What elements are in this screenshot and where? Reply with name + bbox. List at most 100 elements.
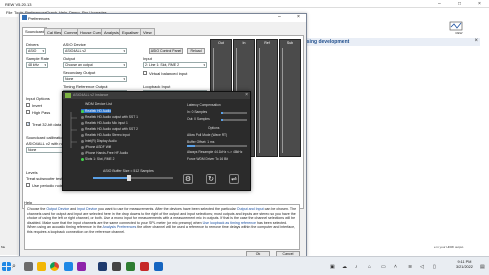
sample-rate-label: Sample Rate [26,56,50,61]
chevron-down-icon: ▾ [123,77,125,81]
prefs-close-icon[interactable]: × [297,14,300,20]
buffer-offset-slider[interactable] [187,145,247,147]
device-status-icon[interactable] [81,145,84,149]
help-link-analysis-prefs[interactable]: Analysis Preferences [103,225,137,229]
system-clock[interactable]: 9:11 PM 3/21/2022 [456,260,473,270]
task-view-icon[interactable] [24,262,33,271]
help-link-loopback[interactable]: Use loopback as timing reference [203,221,256,225]
background-app-title: REW V5.20.13 [5,2,32,7]
asio-logo-icon [65,93,71,98]
minimize-icon[interactable]: – [438,1,441,7]
buffer-size-slider-knob[interactable] [127,175,131,181]
meter-sub-label: Sub [286,41,294,45]
device-status-icon[interactable] [81,109,84,113]
asio-device-label: ASIO Device [63,42,86,47]
drivers-label: Drivers [26,42,39,47]
folder-tray-icon[interactable]: ▣ [330,264,335,270]
always-resample-option[interactable]: Always Resample 44.1kHz <-> 48kHz [187,150,242,154]
terminal-icon[interactable] [112,262,121,271]
device-status-icon[interactable] [81,133,84,137]
buffer-size-slider[interactable] [93,175,173,181]
help-link-output-input[interactable]: Output and Input [237,207,264,211]
wdm-device-item[interactable]: Realtek HD Audio Stereo input [81,133,130,137]
wdm-device-name: Slots 1: Slot, RME 2 [85,157,115,161]
wdm-device-name: Realtek HD Audio output with SST 2 [85,127,138,131]
notification-icon[interactable]: ▤ [480,264,485,270]
wdm-device-item[interactable]: Realtek HD Audio output with SST 1 [81,115,138,119]
device-status-icon[interactable] [81,115,84,119]
volume-tray-icon[interactable]: ♪ [355,264,358,270]
tab-view[interactable]: View [140,28,155,35]
word-icon[interactable] [154,262,163,271]
wdm-device-item[interactable]: Realtek HD Audio [81,109,112,113]
banner-close-icon[interactable]: × [474,38,478,44]
sample-rate-select[interactable]: 48 kHz ▾ [26,62,48,68]
wdm-device-item[interactable]: Realtek HD Audio output with SST 2 [81,127,138,131]
maximize-icon[interactable]: □ [458,1,461,7]
background-title-bar: REW V5.20.13 – □ × [0,0,489,8]
asio-close-icon[interactable]: × [245,92,248,98]
device-status-icon[interactable] [81,151,84,155]
help-link-output-device[interactable]: Output Device [46,207,69,211]
app-shortcut-icon[interactable] [449,21,463,31]
wdm-device-item[interactable]: iPhone ASDF Wifi [81,145,111,149]
search-icon[interactable]: ⌕ [12,262,19,271]
settings-icon[interactable]: ⚙ [183,174,193,184]
rew-taskbar-icon[interactable] [98,262,107,271]
device-status-icon[interactable] [81,157,84,161]
meter-ref-label: Ref [264,41,270,45]
meter-ref: Ref [256,39,278,157]
wdm-device-item[interactable]: iPhone Hands-Free HF Audio [81,151,128,155]
wdm-device-name: iPhone Hands-Free HF Audio [85,151,129,155]
windows-start-icon[interactable] [2,262,11,271]
wifi-icon[interactable]: ≋ [408,264,412,270]
wdm-device-list-header: WDM Device List [85,102,112,106]
wdm-device-item[interactable]: Realtek HD Audio Mic input 1 [81,121,128,125]
cloud-tray-icon[interactable]: ☁ [342,264,347,270]
chevron-up-icon[interactable]: ˄ [394,264,397,270]
excel-icon[interactable] [126,262,135,271]
menu-file[interactable]: File [6,10,12,15]
invert-label: Invert [32,103,43,108]
reset-icon[interactable]: ↻ [206,174,216,184]
virtual-balanced-checkbox[interactable] [143,71,147,75]
chrome-icon[interactable] [50,262,59,271]
output-select[interactable]: Choose an output ▾ [63,62,127,68]
network-tray-icon[interactable]: ⌂ [368,264,371,270]
battery-icon[interactable]: ▯ [433,264,436,270]
file-explorer-icon[interactable] [37,262,46,271]
close-icon[interactable]: × [478,1,481,7]
prefs-minimize-icon[interactable]: – [278,14,281,20]
drivers-select[interactable]: ASIO ▾ [26,48,46,54]
device-status-icon[interactable] [81,139,84,143]
media-icon[interactable] [140,262,149,271]
high-pass-checkbox[interactable] [26,110,30,114]
chevron-down-icon: ▾ [123,63,125,67]
invert-checkbox[interactable] [26,103,30,107]
speaker-icon[interactable]: ◁ [420,264,424,270]
edge-icon[interactable] [64,262,73,271]
allow-pull-mode-option[interactable]: Allow Pull Mode (Wave RT) [187,133,227,137]
wdm-device-item[interactable]: Intel(R) Display Audio [81,139,117,143]
latency-out-slider[interactable] [221,119,247,121]
tab-equaliser[interactable]: Equaliser [119,28,142,35]
reload-button[interactable]: Reload [187,48,205,54]
app-icon[interactable] [77,262,86,271]
device-status-icon[interactable] [81,121,84,125]
device-status-icon[interactable] [81,127,84,131]
wdm-device-name: iPhone ASDF Wifi [85,145,112,149]
help-link-input-device[interactable]: Input Device [77,207,97,211]
wdm-device-item[interactable]: Slots 1: Slot, RME 2 [81,157,115,161]
advanced-toggle-icon[interactable]: ⇌ [229,174,239,184]
asio-device-select[interactable]: ASIO4ALL v2 ▾ [63,48,127,54]
input-select[interactable]: 2: Line 1: Slot, RME 2 ▾ [143,62,207,68]
periodic-noise-checkbox[interactable] [26,183,30,187]
display-tray-icon[interactable]: ▭ [381,264,386,270]
asio-control-panel-button[interactable]: ASIO Control Panel [149,48,183,54]
force-wdm-option[interactable]: Force WDM Driver To 16 Bit [187,157,228,161]
treat-24bit-checkbox[interactable] [26,121,30,126]
secondary-output-select[interactable]: None ▾ [63,76,127,82]
latency-in-slider[interactable] [221,112,247,114]
chevron-down-icon: ▾ [123,49,125,53]
buffer-offset-text: Buffer Offset: 1 ms [187,140,215,144]
